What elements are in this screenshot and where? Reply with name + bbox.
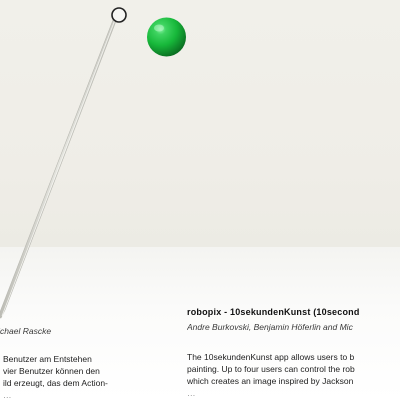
left-line-4: … xyxy=(3,390,12,400)
left-authors: d Michael Rascke xyxy=(0,326,52,336)
left-line-3: ild erzeugt, das dem Action- xyxy=(3,378,108,388)
right-authors: Andre Burkovski, Benjamin Höferlin and M… xyxy=(187,322,353,332)
left-line-2: vier Benutzer können den xyxy=(3,366,100,376)
right-line-4: … xyxy=(187,388,196,398)
scene-backdrop xyxy=(0,0,400,247)
left-line-1: Benutzer am Entstehen xyxy=(3,354,92,364)
robopix-3d-viewport[interactable]: d Michael Rascke Benutzer am Entstehen v… xyxy=(0,0,400,400)
pivot-ring-handle[interactable] xyxy=(111,7,127,23)
right-line-3: which creates an image inspired by Jacks… xyxy=(187,376,354,386)
right-line-1: The 10sekundenKunst app allows users to … xyxy=(187,352,355,362)
right-description-column: robopix - 10sekundenKunst (10second Andr… xyxy=(187,306,400,400)
green-paint-ball[interactable] xyxy=(147,17,186,57)
right-line-2: painting. Up to four users can control t… xyxy=(187,364,355,374)
left-description-column: d Michael Rascke Benutzer am Entstehen v… xyxy=(0,322,170,400)
project-title: robopix - 10sekundenKunst (10second xyxy=(187,307,360,317)
